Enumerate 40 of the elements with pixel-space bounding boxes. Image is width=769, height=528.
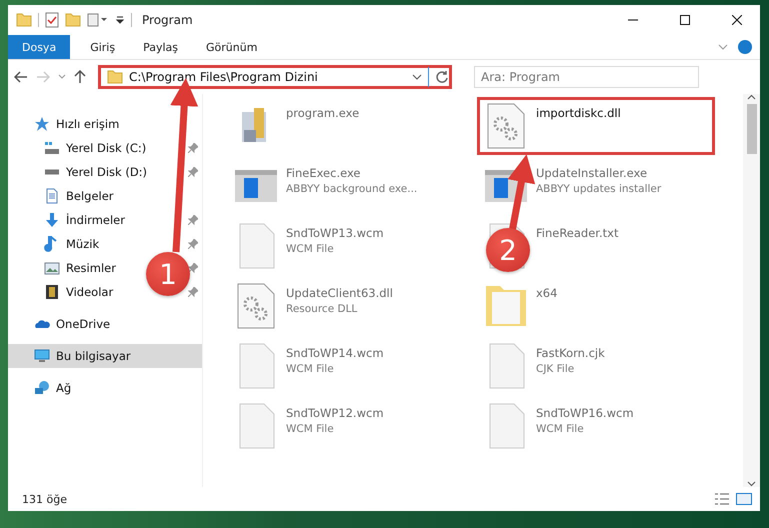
file-type: WCM File [286, 423, 335, 435]
file-tab[interactable]: Dosya [8, 35, 70, 59]
sidebar-item[interactable]: Hızlı erişim [56, 117, 120, 131]
file-type: WCM File [536, 423, 585, 435]
file-name[interactable]: FastKorn.cjk [536, 346, 605, 360]
ribbon-tab[interactable]: Giriş [76, 35, 130, 59]
sidebar-item[interactable]: İndirmeler [66, 213, 125, 227]
file-name[interactable]: SndToWP16.wcm [536, 406, 634, 420]
file-name[interactable]: program.exe [286, 106, 360, 120]
sidebar-item[interactable]: Ağ [56, 381, 72, 395]
file-name[interactable]: FineExec.exe [286, 166, 418, 180]
address-path: C:\Program Files\Program Dizini [129, 70, 319, 84]
file-type: Resource DLL [286, 303, 358, 315]
file-name[interactable]: FineReader.txt [536, 226, 618, 240]
window-title: Program [142, 13, 194, 27]
file-name[interactable]: UpdateInstaller.exe [536, 166, 662, 180]
file-type: WCM File [286, 363, 335, 375]
sidebar-item[interactable]: Belgeler [66, 189, 114, 203]
sidebar-item[interactable]: Videolar [66, 285, 114, 299]
sidebar-item[interactable]: Resimler [66, 261, 116, 275]
file-name[interactable]: x64 [536, 286, 558, 300]
sidebar-item[interactable]: Bu bilgisayar [56, 349, 131, 363]
item-count: 131 öğe [22, 492, 68, 506]
file-type: ABBYY updates installer [536, 183, 662, 195]
file-name[interactable]: SndToWP14.wcm [286, 346, 384, 360]
sidebar-item[interactable]: Yerel Disk (D:) [66, 165, 148, 179]
file-name[interactable]: UpdateClient63.dll [286, 286, 393, 300]
sidebar-item[interactable]: Müzik [66, 237, 100, 251]
ribbon-tab[interactable]: Görünüm [192, 35, 272, 59]
file-name[interactable]: SndToWP12.wcm [286, 406, 384, 420]
file-type: ABBYY background exe... [286, 183, 418, 195]
sidebar-item[interactable]: Yerel Disk (C:) [66, 141, 146, 155]
file-type: WCM File [286, 243, 335, 255]
address-bar[interactable]: C:\Program Files\Program Dizini [98, 65, 452, 89]
sidebar-item[interactable]: OneDrive [56, 317, 110, 331]
ribbon-tab[interactable]: Paylaş [129, 35, 192, 59]
search-field[interactable]: Ara: Program [474, 66, 699, 88]
file-type: CJK File [536, 363, 576, 375]
file-name[interactable]: importdiskc.dll [536, 106, 621, 120]
file-name[interactable]: SndToWP13.wcm [286, 226, 384, 240]
